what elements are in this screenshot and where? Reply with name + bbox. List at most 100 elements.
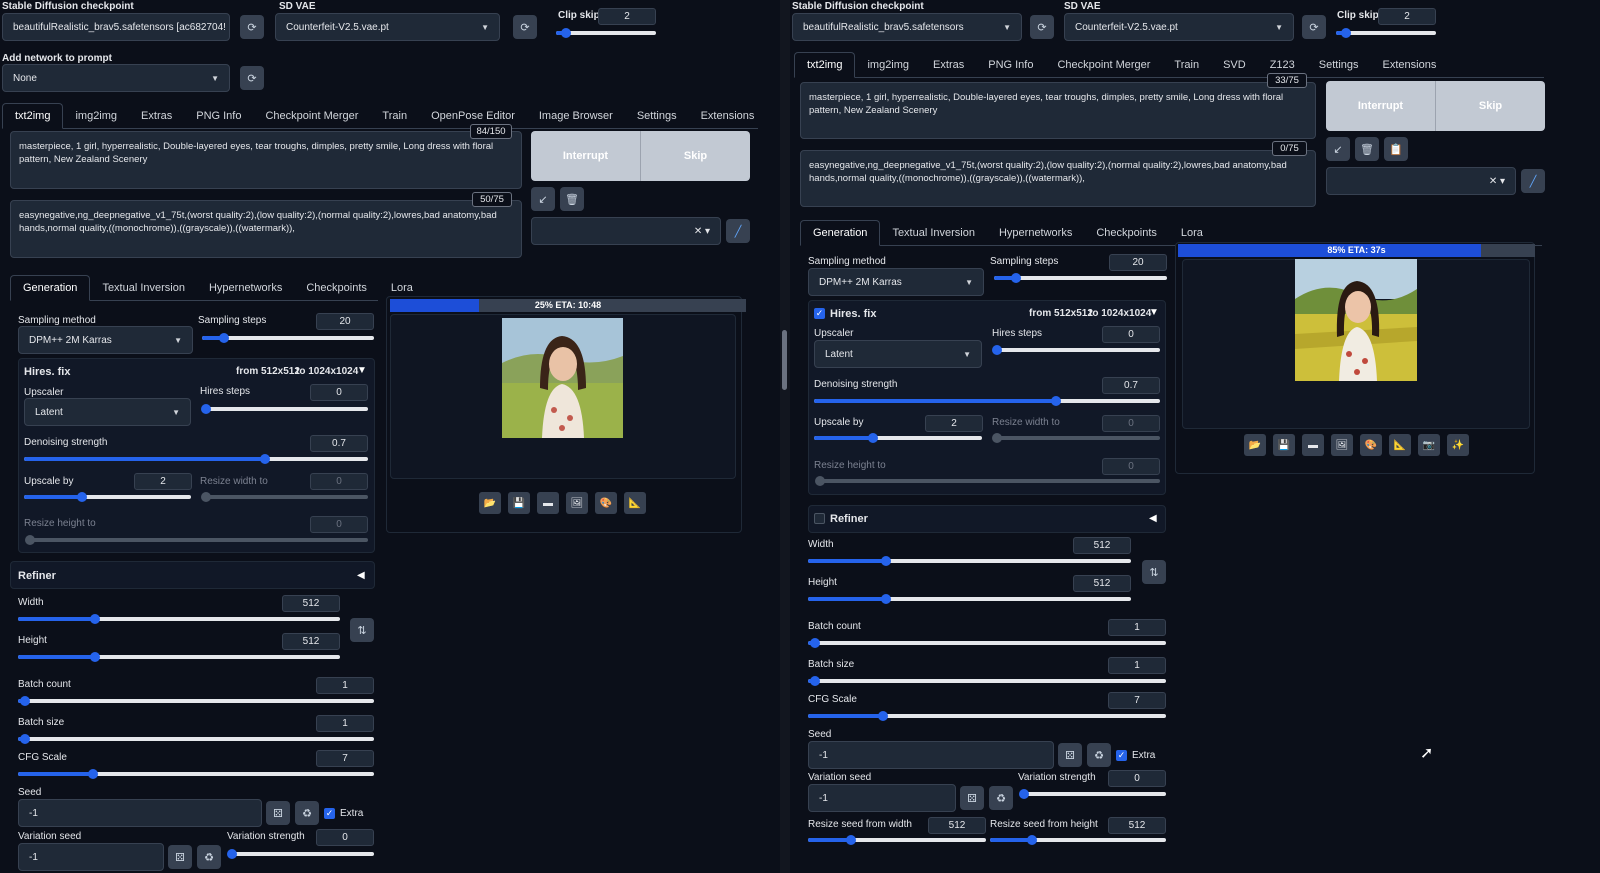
hires-steps-slider[interactable] bbox=[992, 345, 1160, 355]
tab-hypernetworks[interactable]: Hypernetworks bbox=[987, 221, 1084, 245]
resize-seed-width-input[interactable]: 512 bbox=[928, 817, 986, 834]
resize-height-input[interactable]: 0 bbox=[1102, 458, 1160, 475]
tab-textual-inversion[interactable]: Textual Inversion bbox=[880, 221, 987, 245]
cfg-scale-input[interactable]: 7 bbox=[1108, 692, 1166, 709]
clip-skip-slider[interactable] bbox=[556, 28, 656, 38]
sparkle-button[interactable]: ✨ bbox=[1447, 434, 1469, 456]
upscale-by-input[interactable]: 2 bbox=[925, 415, 983, 432]
batch-size-input[interactable]: 1 bbox=[1108, 657, 1166, 674]
read-params-button[interactable]: ↙ bbox=[1326, 137, 1350, 161]
tab-checkpoints[interactable]: Checkpoints bbox=[294, 276, 379, 300]
checkpoint-dropdown[interactable]: beautifulRealistic_brav5.safetensors ▼ bbox=[792, 13, 1022, 41]
seed-input[interactable]: -1 bbox=[18, 799, 262, 827]
tab-checkpoint-merger[interactable]: Checkpoint Merger bbox=[253, 104, 370, 128]
cfg-scale-slider[interactable] bbox=[18, 769, 374, 779]
skip-button[interactable]: Skip bbox=[1436, 81, 1545, 131]
tab-img2img[interactable]: img2img bbox=[63, 104, 129, 128]
sampling-steps-input[interactable]: 20 bbox=[316, 313, 374, 330]
hires-fix-checkbox[interactable]: ✓ bbox=[814, 308, 825, 319]
send-to-img2img-button[interactable]: 🖼 bbox=[566, 492, 588, 514]
variation-strength-input[interactable]: 0 bbox=[1108, 770, 1166, 787]
height-input[interactable]: 512 bbox=[282, 633, 340, 650]
height-slider[interactable] bbox=[18, 652, 340, 662]
resize-seed-height-slider[interactable] bbox=[990, 835, 1166, 845]
tab-txt2img[interactable]: txt2img bbox=[2, 103, 64, 129]
upscale-by-input[interactable]: 2 bbox=[134, 473, 192, 490]
reuse-seed-button[interactable]: ♻ bbox=[295, 801, 319, 825]
random-variation-seed-button[interactable]: ⚄ bbox=[168, 845, 192, 869]
resize-width-slider[interactable] bbox=[201, 492, 368, 502]
tab-settings[interactable]: Settings bbox=[625, 104, 689, 128]
variation-strength-slider[interactable] bbox=[227, 849, 374, 859]
save-button[interactable]: 💾 bbox=[1273, 434, 1295, 456]
prompt-textarea[interactable]: masterpiece, 1 girl, hyperrealistic, Dou… bbox=[10, 131, 522, 189]
apply-style-button[interactable]: ╱ bbox=[726, 219, 750, 243]
negative-prompt-textarea[interactable]: easynegative,ng_deepnegative_v1_75t,(wor… bbox=[10, 200, 522, 258]
refresh-network-button[interactable]: ⟳ bbox=[240, 66, 264, 90]
expand-triangle-icon[interactable]: ◀ bbox=[1149, 513, 1157, 524]
expand-triangle-icon[interactable]: ◀ bbox=[357, 570, 365, 581]
batch-count-slider[interactable] bbox=[808, 638, 1166, 648]
upscaler-dropdown[interactable]: Latent ▼ bbox=[814, 340, 982, 368]
hires-steps-input[interactable]: 0 bbox=[1102, 326, 1160, 343]
cfg-scale-slider[interactable] bbox=[808, 711, 1166, 721]
send-to-img2img-button[interactable]: 🖼 bbox=[1331, 434, 1353, 456]
sampling-method-dropdown[interactable]: DPM++ 2M Karras ▼ bbox=[18, 326, 193, 354]
upscale-by-slider[interactable] bbox=[814, 433, 982, 443]
sampling-steps-input[interactable]: 20 bbox=[1109, 254, 1167, 271]
height-input[interactable]: 512 bbox=[1073, 575, 1131, 592]
variation-strength-input[interactable]: 0 bbox=[316, 829, 374, 846]
tab-hypernetworks[interactable]: Hypernetworks bbox=[197, 276, 294, 300]
tab-img2img[interactable]: img2img bbox=[855, 53, 921, 77]
tab-generation[interactable]: Generation bbox=[800, 220, 881, 246]
paste-prompt-button[interactable]: 📋 bbox=[1384, 137, 1408, 161]
denoising-strength-input[interactable]: 0.7 bbox=[1102, 377, 1160, 394]
refresh-checkpoint-button[interactable]: ⟳ bbox=[240, 15, 264, 39]
tab-train[interactable]: Train bbox=[370, 104, 419, 128]
refiner-section[interactable] bbox=[10, 561, 375, 589]
tab-image-browser[interactable]: Image Browser bbox=[527, 104, 625, 128]
send-to-extras-button[interactable]: 📐 bbox=[624, 492, 646, 514]
extra-checkbox[interactable]: ✓ bbox=[324, 808, 335, 819]
tab-settings[interactable]: Settings bbox=[1307, 53, 1371, 77]
random-seed-button[interactable]: ⚄ bbox=[1058, 743, 1082, 767]
divider-handle[interactable] bbox=[782, 330, 787, 390]
reuse-seed-button[interactable]: ♻ bbox=[1087, 743, 1111, 767]
add-network-dropdown[interactable]: None ▼ bbox=[2, 64, 230, 92]
refresh-vae-button[interactable]: ⟳ bbox=[513, 15, 537, 39]
height-slider[interactable] bbox=[808, 594, 1131, 604]
checkpoint-dropdown[interactable]: beautifulRealistic_brav5.safetensors [ac… bbox=[2, 13, 230, 41]
collapse-triangle-icon[interactable]: ▼ bbox=[357, 365, 367, 376]
denoising-strength-slider[interactable] bbox=[814, 396, 1160, 406]
resize-width-input[interactable]: 0 bbox=[1102, 415, 1160, 432]
open-folder-button[interactable]: 📂 bbox=[479, 492, 501, 514]
sampling-steps-slider[interactable] bbox=[994, 273, 1167, 283]
tab-checkpoints[interactable]: Checkpoints bbox=[1084, 221, 1169, 245]
tab-extensions[interactable]: Extensions bbox=[1371, 53, 1449, 77]
tab-png-info[interactable]: PNG Info bbox=[184, 104, 253, 128]
generated-image-preview[interactable] bbox=[1295, 259, 1417, 381]
width-slider[interactable] bbox=[808, 556, 1131, 566]
batch-count-input[interactable]: 1 bbox=[316, 677, 374, 694]
cfg-scale-input[interactable]: 7 bbox=[316, 750, 374, 767]
generated-image-preview[interactable] bbox=[502, 318, 623, 438]
random-variation-seed-button[interactable]: ⚄ bbox=[960, 786, 984, 810]
interrupt-button[interactable]: Interrupt bbox=[531, 131, 641, 181]
batch-size-slider[interactable] bbox=[808, 676, 1166, 686]
resize-width-slider[interactable] bbox=[992, 433, 1160, 443]
variation-seed-input[interactable]: -1 bbox=[18, 843, 164, 871]
batch-count-slider[interactable] bbox=[18, 696, 374, 706]
denoising-strength-input[interactable]: 0.7 bbox=[310, 435, 368, 452]
interrupt-button[interactable]: Interrupt bbox=[1326, 81, 1436, 131]
batch-size-input[interactable]: 1 bbox=[316, 715, 374, 732]
width-input[interactable]: 512 bbox=[282, 595, 340, 612]
clear-prompt-button[interactable]: 🗑 bbox=[560, 187, 584, 211]
tab-generation[interactable]: Generation bbox=[10, 275, 91, 301]
vae-dropdown[interactable]: Counterfeit-V2.5.vae.pt ▼ bbox=[275, 13, 500, 41]
sampling-steps-slider[interactable] bbox=[202, 333, 374, 343]
styles-dropdown[interactable]: ✕ ▾ bbox=[531, 217, 721, 245]
tab-textual-inversion[interactable]: Textual Inversion bbox=[90, 276, 197, 300]
tab-extras[interactable]: Extras bbox=[921, 53, 976, 77]
open-folder-button[interactable]: 📂 bbox=[1244, 434, 1266, 456]
send-to-controlnet-button[interactable]: 📷 bbox=[1418, 434, 1440, 456]
